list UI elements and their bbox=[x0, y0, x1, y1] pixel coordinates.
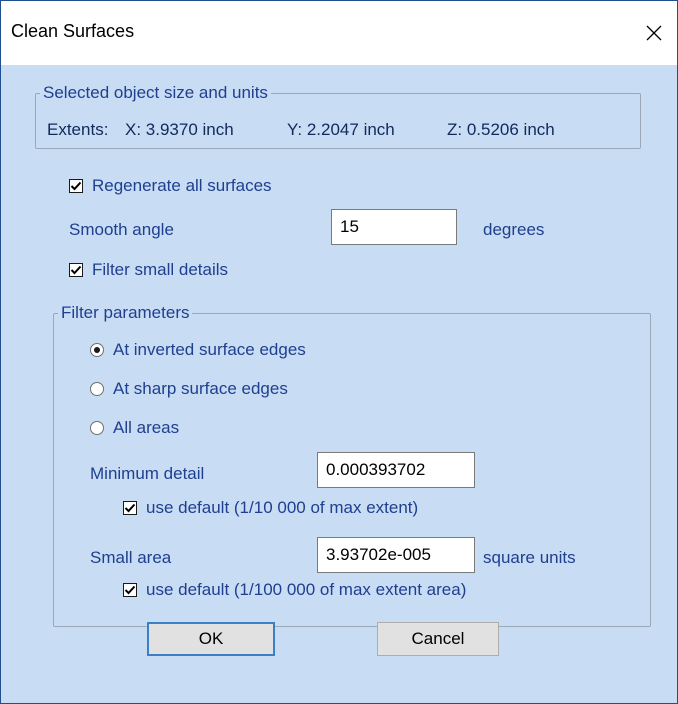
minimum-default-check-box[interactable] bbox=[123, 501, 137, 515]
radio-selected-dot bbox=[94, 347, 100, 353]
clean-surfaces-dialog: Clean Surfaces Selected object size and … bbox=[0, 0, 678, 704]
radio-all-button[interactable] bbox=[90, 421, 104, 435]
small-area-input[interactable] bbox=[317, 537, 475, 573]
ok-button[interactable]: OK bbox=[147, 622, 275, 656]
smooth-angle-input[interactable] bbox=[331, 209, 457, 245]
small-area-default-check-box[interactable] bbox=[123, 583, 137, 597]
window-title: Clean Surfaces bbox=[11, 21, 135, 41]
radio-sharp-button[interactable] bbox=[90, 382, 104, 396]
close-button[interactable] bbox=[631, 1, 677, 65]
radio-inverted-button[interactable] bbox=[90, 343, 104, 357]
small-area-label: Small area bbox=[90, 548, 172, 567]
extent-y-value: Y: 2.2047 inch bbox=[287, 120, 395, 139]
cancel-button[interactable]: Cancel bbox=[377, 622, 499, 656]
minimum-detail-label: Minimum detail bbox=[90, 464, 205, 483]
filter-small-details-checkbox[interactable]: Filter small details bbox=[69, 260, 228, 280]
small-area-unit: square units bbox=[483, 548, 576, 567]
minimum-detail-default-checkbox[interactable]: use default (1/10 000 of max extent) bbox=[123, 498, 418, 518]
checkmark-icon bbox=[124, 503, 136, 513]
radio-inverted-label: At inverted surface edges bbox=[113, 340, 306, 359]
extent-z-value: Z: 0.5206 inch bbox=[447, 120, 555, 139]
regenerate-check-box[interactable] bbox=[69, 179, 83, 193]
checkmark-icon bbox=[70, 181, 82, 191]
radio-all-areas[interactable]: All areas bbox=[90, 418, 179, 438]
minimum-default-label: use default (1/10 000 of max extent) bbox=[146, 498, 419, 517]
extents-label: Extents: bbox=[47, 120, 109, 139]
filter-parameters-legend: Filter parameters bbox=[61, 303, 190, 322]
regenerate-label: Regenerate all surfaces bbox=[92, 176, 272, 195]
minimum-detail-input[interactable] bbox=[317, 452, 475, 488]
radio-sharp-label: At sharp surface edges bbox=[113, 379, 288, 398]
checkmark-icon bbox=[124, 585, 136, 595]
filter-small-label: Filter small details bbox=[92, 260, 229, 279]
extent-x-value: X: 3.9370 inch bbox=[125, 120, 234, 139]
filter-small-check-box[interactable] bbox=[69, 263, 83, 277]
radio-sharp-edges[interactable]: At sharp surface edges bbox=[90, 379, 288, 399]
radio-inverted-edges[interactable]: At inverted surface edges bbox=[90, 340, 306, 360]
dialog-body: Selected object size and units Extents: … bbox=[1, 65, 677, 703]
close-icon bbox=[646, 25, 662, 41]
smooth-angle-unit: degrees bbox=[483, 220, 545, 239]
radio-all-label: All areas bbox=[113, 418, 180, 437]
regenerate-checkbox[interactable]: Regenerate all surfaces bbox=[69, 176, 272, 196]
small-area-default-checkbox[interactable]: use default (1/100 000 of max extent are… bbox=[123, 580, 466, 600]
object-info-legend: Selected object size and units bbox=[43, 83, 268, 102]
small-area-default-label: use default (1/100 000 of max extent are… bbox=[146, 580, 467, 599]
smooth-angle-label: Smooth angle bbox=[69, 220, 174, 239]
checkmark-icon bbox=[70, 265, 82, 275]
title-bar[interactable]: Clean Surfaces bbox=[1, 1, 677, 65]
